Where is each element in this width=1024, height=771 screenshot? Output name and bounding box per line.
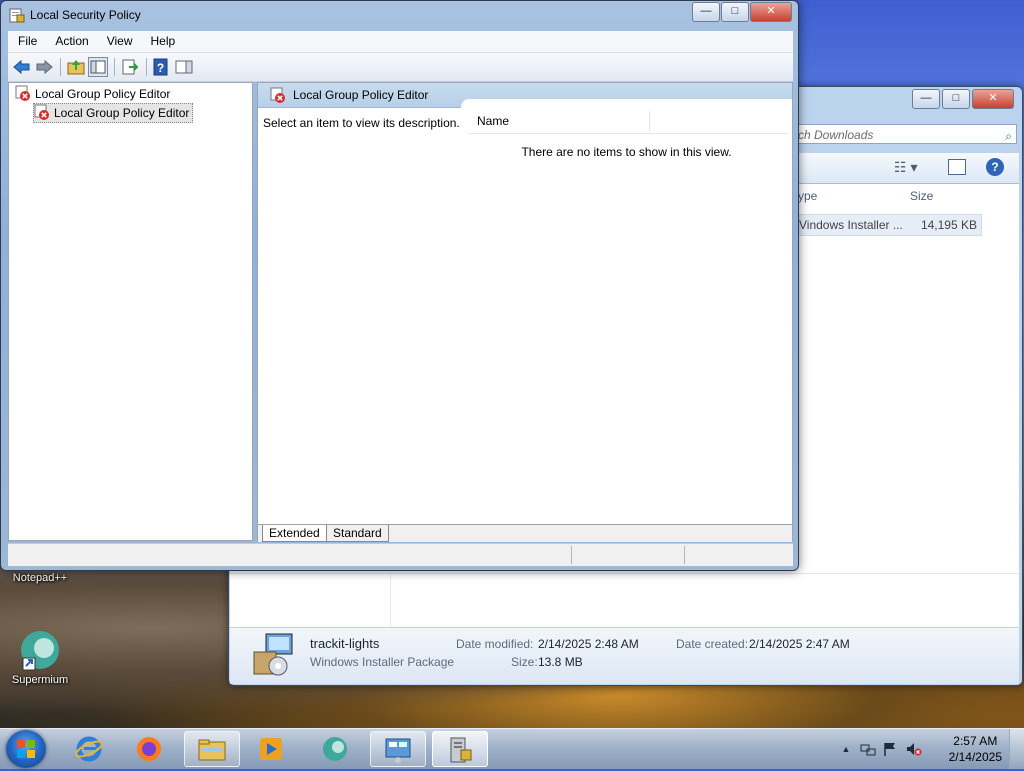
forward-arrow-icon[interactable] [34, 57, 54, 77]
details-size: 13.8 MB [538, 655, 583, 669]
details-date-modified: 2/14/2025 2:48 AM [538, 637, 639, 651]
menu-bar: File Action View Help [8, 31, 793, 53]
error-policy-icon [270, 87, 286, 103]
explorer-lower-area [230, 573, 1019, 628]
column-header-type[interactable]: ype [798, 184, 817, 208]
action-center-flag-icon[interactable] [882, 741, 898, 757]
taskbar-internet-explorer[interactable] [62, 731, 118, 767]
security-policy-app-icon [9, 7, 25, 23]
show-hidden-icons-chevron-icon[interactable]: ▲ [838, 741, 854, 757]
items-list-view[interactable]: Name There are no items to show in this … [461, 99, 792, 519]
desktop-icon-label: Supermium [11, 674, 69, 686]
tab-standard[interactable]: Standard [326, 525, 389, 542]
desktop-icon-supermium[interactable]: Supermium [0, 628, 80, 686]
export-list-icon[interactable] [120, 57, 140, 77]
column-header-name[interactable]: Name [477, 109, 509, 133]
security-policy-icon [445, 736, 475, 764]
desktop-icon-label: Notepad++ [12, 572, 68, 584]
local-security-policy-window[interactable]: Local Security Policy — □ ✕ File Action … [0, 0, 799, 571]
search-icon[interactable]: ⌕ [1005, 126, 1012, 146]
start-button[interactable] [6, 730, 46, 768]
media-player-icon [256, 735, 286, 763]
show-hide-console-tree-icon[interactable] [88, 57, 108, 77]
explorer-search-input[interactable]: rch Downloads ⌕ [789, 124, 1017, 144]
taskbar-local-security-policy[interactable] [432, 731, 488, 767]
supermium-icon [18, 628, 62, 672]
system-tray: ▲ 2:57 AM 2/14/2025 [834, 729, 1024, 769]
taskbar-control-panel[interactable] [370, 731, 426, 767]
taskbar-file-explorer[interactable] [184, 731, 240, 767]
result-pane: Local Group Policy Editor Select an item… [257, 82, 793, 542]
error-policy-icon [34, 104, 50, 120]
list-header: Name [469, 109, 789, 134]
firefox-icon [134, 735, 164, 763]
help-icon[interactable]: ? [986, 158, 1004, 176]
file-row-type: Vindows Installer ... [799, 218, 903, 232]
column-header-size[interactable]: Size [910, 184, 933, 208]
volume-muted-icon[interactable] [906, 741, 922, 757]
title-bar[interactable]: Local Security Policy — □ ✕ [1, 1, 798, 29]
taskbar: ▲ 2:57 AM 2/14/2025 [0, 728, 1024, 769]
explorer-minimize-button[interactable]: — [912, 89, 940, 109]
view-tabs: Extended Standard [258, 524, 792, 542]
tree-node-selected[interactable]: Local Group Policy Editor [33, 103, 194, 123]
empty-list-message: There are no items to show in this view. [521, 145, 732, 159]
taskbar-media-player[interactable] [244, 731, 300, 767]
close-button[interactable]: ✕ [750, 2, 792, 22]
view-options-icon[interactable]: ☷ ▾ [894, 159, 917, 176]
error-policy-icon [15, 85, 31, 101]
details-date-created: 2/14/2025 2:47 AM [749, 637, 850, 651]
control-panel-icon [383, 736, 413, 764]
details-date-created-label: Date created: [676, 637, 749, 651]
preview-pane-icon[interactable] [948, 159, 966, 175]
console-tree: Local Group Policy Editor Local Group Po… [8, 82, 253, 541]
clock-time: 2:57 AM [953, 734, 998, 748]
tab-extended[interactable]: Extended [262, 525, 327, 542]
up-folder-icon[interactable] [66, 57, 86, 77]
menu-help[interactable]: Help [141, 31, 184, 52]
back-arrow-icon[interactable] [12, 57, 32, 77]
details-file-type: Windows Installer Package [310, 655, 455, 669]
explorer-close-button[interactable]: ✕ [972, 89, 1014, 109]
menu-file[interactable]: File [8, 31, 45, 52]
clock[interactable]: 2:57 AM 2/14/2025 [949, 733, 1002, 765]
show-hide-action-pane-icon[interactable] [174, 57, 194, 77]
details-date-modified-label: Date modified: [456, 637, 534, 651]
show-desktop-button[interactable] [1009, 729, 1024, 769]
file-row[interactable]: Vindows Installer ... 14,195 KB [790, 214, 982, 236]
description-text: Select an item to view its description. [263, 116, 460, 130]
clock-date: 2/14/2025 [948, 750, 1002, 764]
taskbar-supermium[interactable] [308, 731, 364, 767]
desktop-icon-notepadpp[interactable]: Notepad++ [0, 572, 80, 584]
details-size-label: Size: [511, 655, 538, 669]
status-bar [8, 543, 793, 566]
explorer-details-pane: trackit-lights Windows Installer Package… [230, 627, 1019, 684]
explorer-maximize-button[interactable]: □ [942, 89, 970, 109]
tree-node-label: Local Group Policy Editor [35, 87, 171, 101]
network-icon[interactable] [860, 741, 876, 757]
msi-package-icon [250, 632, 296, 678]
result-pane-title: Local Group Policy Editor [293, 88, 429, 102]
explorer-search-placeholder: rch Downloads [794, 128, 874, 142]
help-icon[interactable]: ? [151, 57, 171, 77]
menu-action[interactable]: Action [45, 31, 96, 52]
window-title: Local Security Policy [30, 8, 141, 22]
tree-node-root[interactable]: Local Group Policy Editor [15, 85, 170, 103]
supermium-icon [320, 735, 350, 763]
maximize-button[interactable]: □ [721, 2, 749, 22]
folder-icon [197, 736, 227, 764]
details-file-name: trackit-lights [310, 636, 380, 651]
toolbar: ? [8, 53, 793, 82]
svg-text:?: ? [157, 61, 164, 75]
taskbar-firefox[interactable] [122, 731, 178, 767]
file-row-size: 14,195 KB [920, 218, 977, 232]
tree-node-label: Local Group Policy Editor [54, 106, 190, 120]
menu-view[interactable]: View [97, 31, 141, 52]
minimize-button[interactable]: — [692, 2, 720, 22]
internet-explorer-icon [74, 735, 104, 763]
